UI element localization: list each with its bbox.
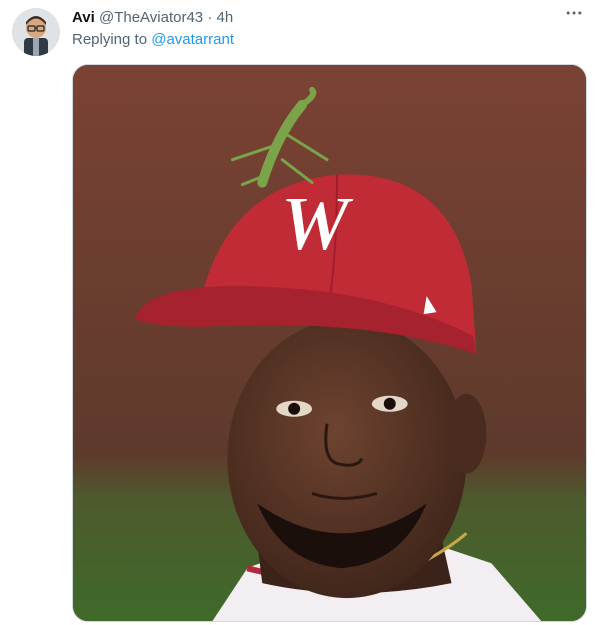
more-options-icon [566,11,582,15]
reply-prefix: Replying to [72,31,148,48]
more-options-button[interactable] [562,4,586,22]
tweet-photo[interactable]: W [72,64,587,622]
cap-logo: W [280,180,354,266]
avatar[interactable] [12,8,60,56]
avatar-icon [12,8,60,56]
author-handle[interactable]: @TheAviator43 [99,9,203,26]
separator-dot: · [207,9,213,26]
replying-to: Replying to @avatarrant [72,30,234,50]
photo-illustration: W [73,65,586,621]
tweet-header: Avi @TheAviator43 · 4h [72,8,584,28]
author-name[interactable]: Avi [72,9,95,26]
timestamp[interactable]: 4h [217,9,234,26]
reply-mention-link[interactable]: @avatarrant [151,31,234,48]
